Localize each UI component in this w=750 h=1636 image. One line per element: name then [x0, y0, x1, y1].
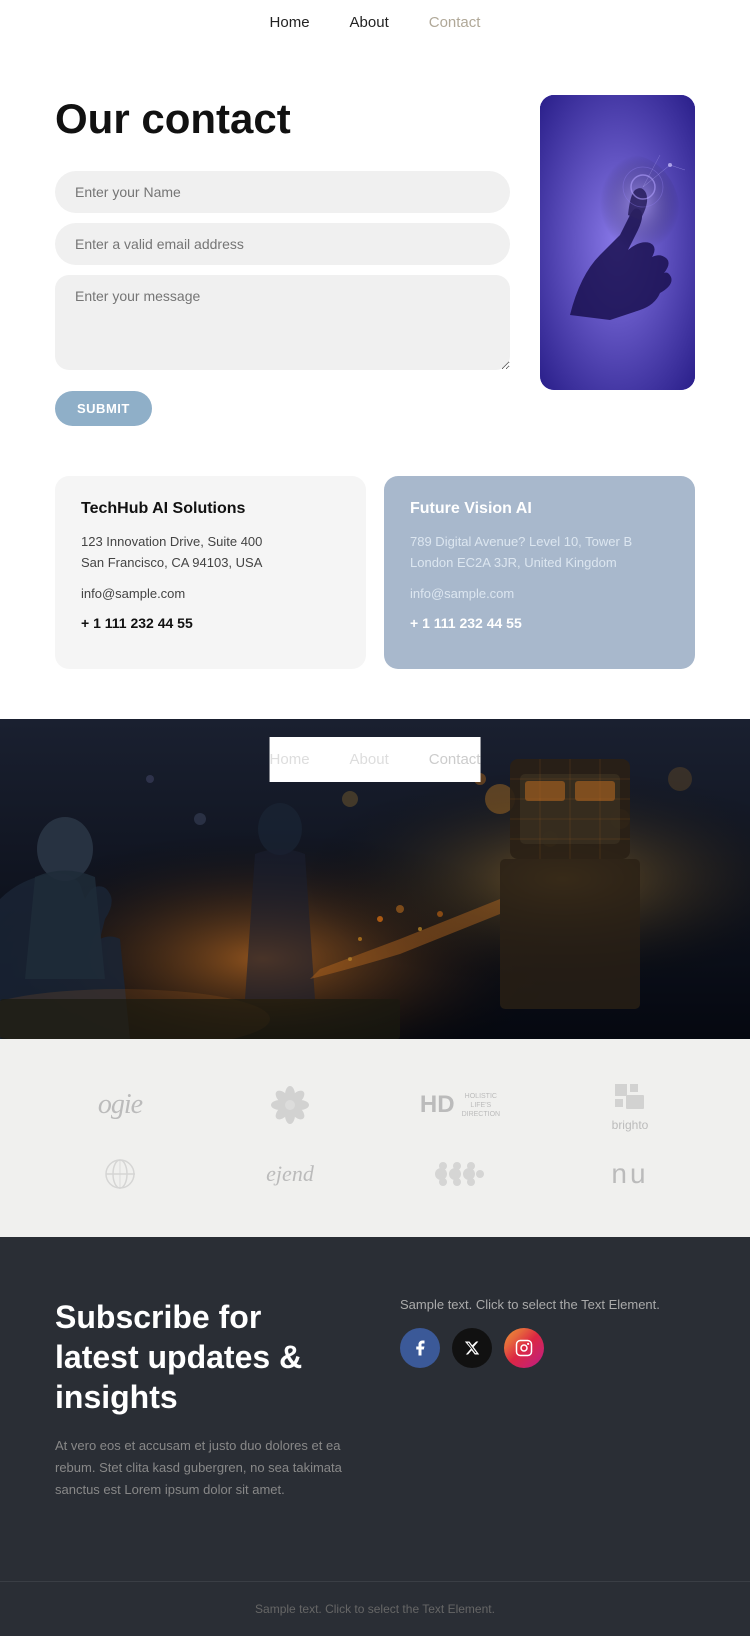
- contact-image-inner: [540, 95, 695, 390]
- instagram-icon[interactable]: [504, 1328, 544, 1368]
- subscribe-right: Sample text. Click to select the Text El…: [400, 1297, 695, 1368]
- logo-flower: [268, 1083, 313, 1128]
- nav-about[interactable]: About: [350, 14, 389, 31]
- facebook-icon[interactable]: [400, 1328, 440, 1368]
- submit-button[interactable]: SUBMIT: [55, 391, 152, 426]
- logo-nu: nu: [611, 1158, 648, 1190]
- address-cards: TechHub AI Solutions 123 Innovation Driv…: [0, 466, 750, 719]
- footer-text: Sample text. Click to select the Text El…: [20, 1602, 730, 1616]
- logo-dots: [433, 1154, 488, 1194]
- card1-phone: + 1 111 232 44 55: [81, 612, 340, 634]
- subscribe-body: At vero eos et accusam et justo duo dolo…: [55, 1435, 350, 1501]
- top-nav: Home About Contact: [0, 0, 750, 45]
- logo-ogie: ogie: [98, 1089, 142, 1121]
- logo-hd: HD HOLISTICLIFE'SDIRECTION: [420, 1091, 500, 1119]
- hero-section: Home About Contact: [0, 719, 750, 1039]
- subscribe-sample-text: Sample text. Click to select the Text El…: [400, 1297, 695, 1312]
- message-input[interactable]: [55, 275, 510, 370]
- logo-brighto: brighto: [610, 1079, 650, 1132]
- card1-email: info@sample.com: [81, 584, 340, 605]
- hero-nav-contact[interactable]: Contact: [429, 751, 481, 768]
- contact-image-container: [540, 95, 695, 390]
- logo-ejend: ejend: [266, 1161, 314, 1187]
- address-card-1: TechHub AI Solutions 123 Innovation Driv…: [55, 476, 366, 669]
- email-input[interactable]: [55, 223, 510, 265]
- hero-nav-home[interactable]: Home: [270, 751, 310, 768]
- social-icons: [400, 1328, 695, 1368]
- nav-home[interactable]: Home: [270, 14, 310, 31]
- logo-globe: [98, 1152, 143, 1197]
- twitter-x-icon[interactable]: [452, 1328, 492, 1368]
- card2-phone: + 1 111 232 44 55: [410, 612, 669, 634]
- subscribe-left: Subscribe for latest updates & insights …: [55, 1297, 350, 1501]
- contact-title: Our contact: [55, 95, 510, 143]
- contact-image: [540, 95, 695, 390]
- contact-form-container: Our contact SUBMIT: [55, 95, 510, 426]
- nav-contact[interactable]: Contact: [429, 14, 481, 31]
- logos-section: ogie HD HOLISTICLIFE'SDIRECTION: [0, 1039, 750, 1237]
- hero-nav: Home About Contact: [270, 737, 481, 782]
- card1-company: TechHub AI Solutions: [81, 500, 340, 518]
- contact-section: Our contact SUBMIT: [0, 45, 750, 466]
- card2-company: Future Vision AI: [410, 500, 669, 518]
- card1-address: 123 Innovation Drive, Suite 400 San Fran…: [81, 532, 340, 574]
- footer: Sample text. Click to select the Text El…: [0, 1581, 750, 1636]
- subscribe-title: Subscribe for latest updates & insights: [55, 1297, 350, 1417]
- address-card-2: Future Vision AI 789 Digital Avenue? Lev…: [384, 476, 695, 669]
- card2-address: 789 Digital Avenue? Level 10, Tower B Lo…: [410, 532, 669, 574]
- subscribe-section: Subscribe for latest updates & insights …: [0, 1237, 750, 1581]
- hero-nav-about[interactable]: About: [350, 751, 389, 768]
- name-input[interactable]: [55, 171, 510, 213]
- card2-email: info@sample.com: [410, 584, 669, 605]
